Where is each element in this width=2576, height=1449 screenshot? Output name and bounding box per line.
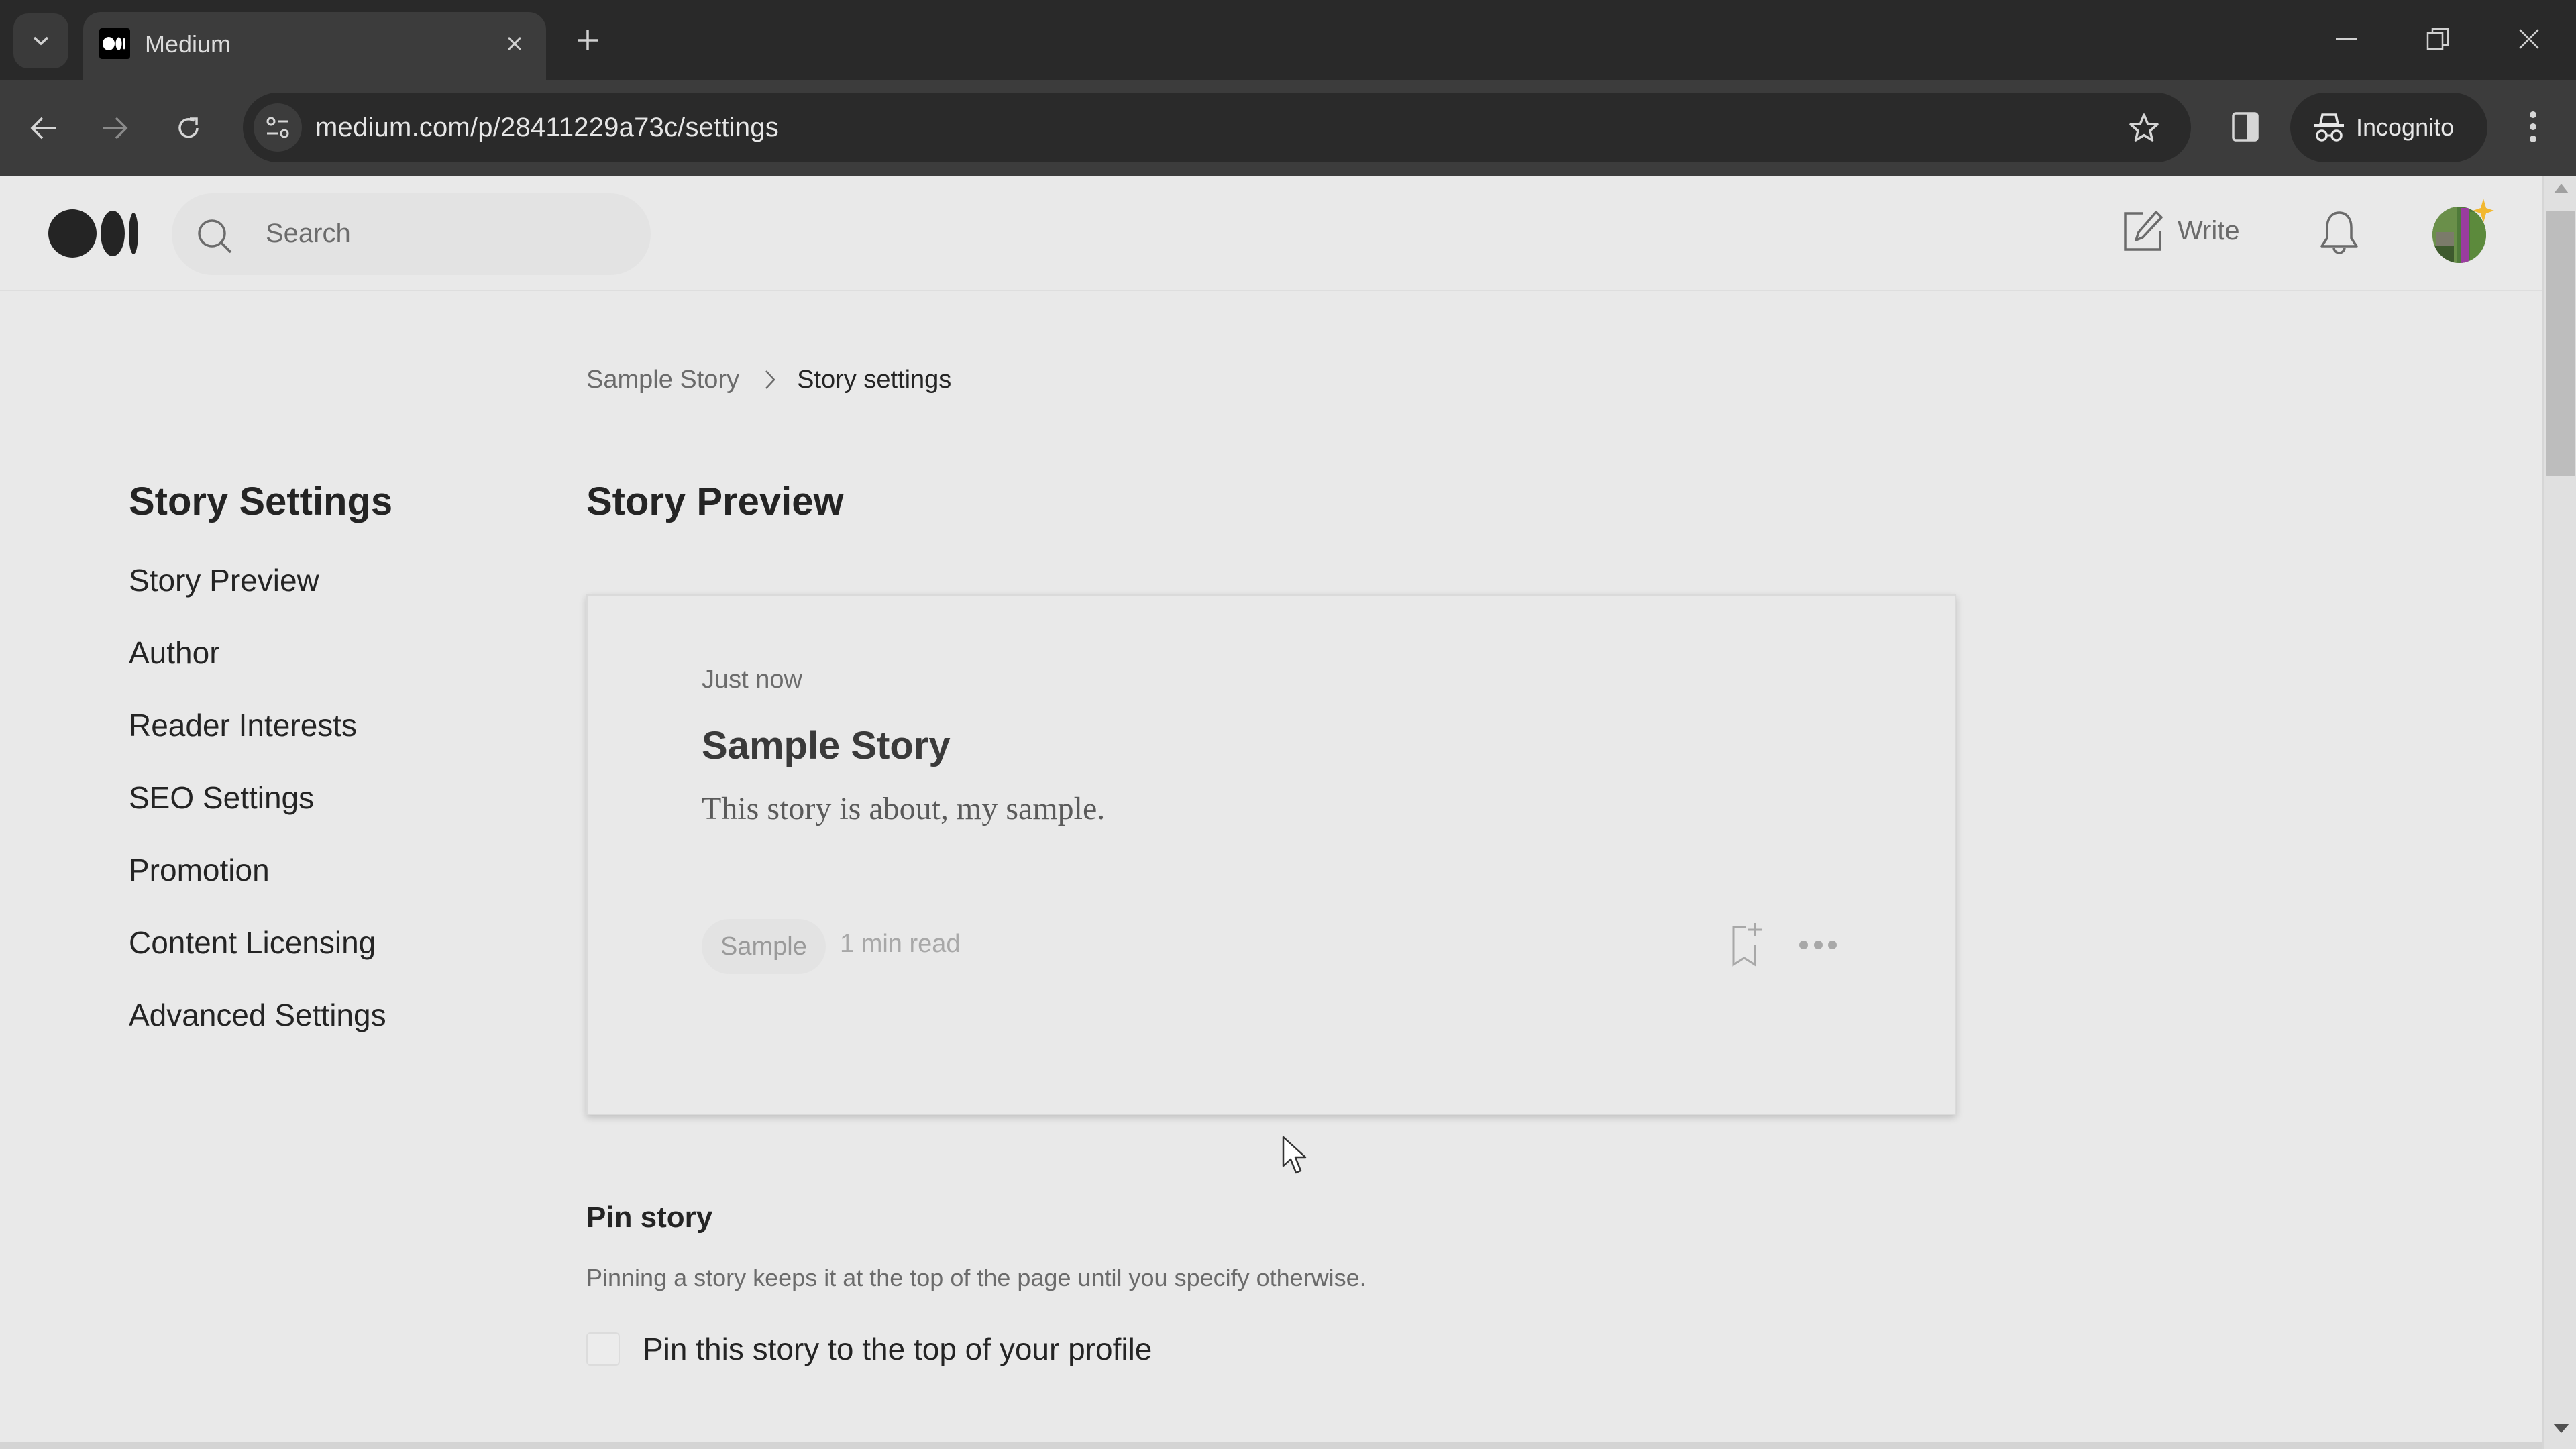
story-tag[interactable]: Sample — [702, 919, 826, 974]
reload-icon — [178, 117, 199, 138]
settings-sidebar: Story Preview Author Reader Interests SE… — [129, 562, 386, 1069]
back-button[interactable] — [20, 105, 67, 152]
avatar-image — [2432, 199, 2494, 263]
site-info-button[interactable] — [254, 103, 302, 152]
address-bar[interactable]: medium.com/p/28411229a73c/settings — [243, 93, 2191, 162]
url-text[interactable]: medium.com/p/28411229a73c/settings — [315, 111, 779, 144]
sidebar-item-content-licensing[interactable]: Content Licensing — [129, 924, 386, 997]
tab-search-button[interactable] — [13, 13, 68, 68]
medium-favicon-icon — [99, 28, 130, 59]
sidebar-item-advanced-settings[interactable]: Advanced Settings — [129, 997, 386, 1069]
incognito-icon — [2314, 113, 2344, 142]
new-tab-button[interactable] — [568, 20, 608, 60]
breadcrumb-parent-link[interactable]: Sample Story — [586, 364, 739, 396]
breadcrumb-current: Story settings — [797, 366, 952, 394]
minimize-icon — [2336, 38, 2357, 40]
pin-story-title: Pin story — [586, 1201, 713, 1234]
close-icon — [2519, 29, 2539, 49]
notifications-button[interactable] — [2316, 208, 2363, 256]
mouse-cursor-icon — [1282, 1136, 1307, 1174]
close-icon — [507, 36, 522, 51]
medium-logo-icon — [48, 209, 138, 258]
site-header: Write — [0, 176, 2542, 291]
more-dot — [1828, 940, 1837, 949]
more-horizontal-icon — [1799, 940, 1808, 949]
story-preview-card: Just now Sample Story This story is abou… — [586, 594, 1956, 1115]
story-timestamp: Just now — [702, 665, 802, 694]
sidebar-item-author[interactable]: Author — [129, 635, 386, 707]
incognito-indicator[interactable]: Incognito — [2290, 93, 2487, 162]
pin-story-option[interactable]: Pin this story to the top of your profil… — [586, 1331, 1152, 1367]
scroll-down-arrow-icon[interactable] — [2553, 1424, 2569, 1433]
pin-story-label[interactable]: Pin this story to the top of your profil… — [643, 1331, 1152, 1367]
browser-tab-medium[interactable]: Medium — [83, 12, 546, 80]
tab-close-button[interactable] — [498, 27, 531, 60]
pin-story-description: Pinning a story keeps it at the top of t… — [586, 1264, 1366, 1291]
restore-icon — [2426, 28, 2449, 50]
medium-page: Write Sample Story — [0, 176, 2542, 1449]
bookmark-add-button[interactable] — [1728, 920, 1771, 969]
write-button[interactable]: Write — [2123, 207, 2240, 255]
bookmark-add-icon — [1732, 923, 1762, 967]
star-icon — [2129, 113, 2159, 142]
story-read-time: 1 min read — [840, 930, 961, 958]
breadcrumb: Sample Story Story settings — [586, 364, 951, 396]
story-title: Sample Story — [702, 724, 951, 767]
browser-tabstrip: Medium — [0, 0, 2576, 80]
bell-icon — [2320, 211, 2358, 254]
more-dot — [1813, 940, 1823, 949]
horizontal-scrollbar[interactable] — [0, 1442, 2542, 1449]
chevron-right-icon — [765, 370, 775, 390]
sidebar-item-story-preview[interactable]: Story Preview — [129, 562, 386, 635]
tune-icon — [266, 117, 289, 138]
minimize-button[interactable] — [2320, 17, 2373, 60]
plus-icon — [578, 30, 598, 50]
chevron-down-icon — [33, 36, 49, 46]
write-icon — [2124, 211, 2163, 251]
section-title-story-preview: Story Preview — [586, 480, 844, 523]
sidebar-item-reader-interests[interactable]: Reader Interests — [129, 707, 386, 780]
more-vertical-icon — [2530, 111, 2536, 142]
story-subtitle: This story is about, my sample. — [702, 791, 1106, 826]
user-avatar[interactable] — [2430, 199, 2494, 266]
arrow-left-icon — [30, 117, 56, 140]
close-window-button[interactable] — [2502, 17, 2556, 60]
vertical-scrollbar[interactable] — [2542, 176, 2576, 1449]
browser-menu-button[interactable] — [2513, 103, 2553, 150]
incognito-label: Incognito — [2356, 113, 2455, 141]
restore-button[interactable] — [2411, 17, 2465, 60]
search-icon — [198, 219, 232, 254]
search-box[interactable] — [172, 193, 651, 275]
medium-logo[interactable] — [48, 208, 140, 259]
side-panel-icon — [2232, 112, 2259, 142]
sidebar-item-seo-settings[interactable]: SEO Settings — [129, 780, 386, 852]
sidebar-item-promotion[interactable]: Promotion — [129, 852, 386, 924]
browser-toolbar: medium.com/p/28411229a73c/settings Incog… — [0, 80, 2576, 176]
scroll-up-arrow-icon[interactable] — [2554, 184, 2569, 193]
sidebar-title: Story Settings — [129, 480, 393, 523]
write-label: Write — [2178, 215, 2240, 246]
side-panel-button[interactable] — [2222, 103, 2269, 150]
pin-story-checkbox[interactable] — [586, 1332, 620, 1366]
scrollbar-thumb[interactable] — [2546, 211, 2575, 476]
search-input[interactable] — [266, 213, 614, 254]
tab-title: Medium — [145, 30, 231, 58]
forward-button[interactable] — [91, 105, 138, 152]
more-options-button[interactable] — [1799, 931, 1837, 958]
bookmark-star-button[interactable] — [2124, 107, 2164, 148]
arrow-right-icon — [103, 117, 128, 140]
reload-button[interactable] — [165, 105, 212, 152]
